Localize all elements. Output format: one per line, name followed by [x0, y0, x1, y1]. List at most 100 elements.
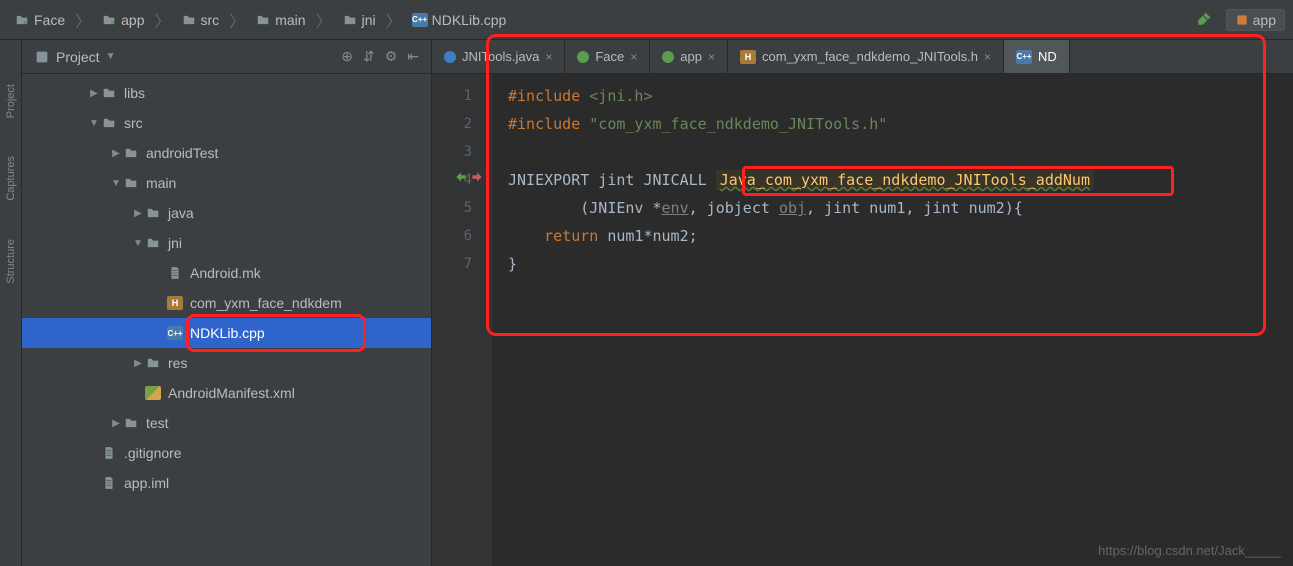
- line-number[interactable]: 1: [432, 82, 492, 110]
- rail-captures[interactable]: Captures: [3, 152, 19, 205]
- java-file-icon: [444, 51, 456, 63]
- tree-item[interactable]: ▶java: [22, 198, 431, 228]
- code-line[interactable]: (JNIEnv *env, jobject obj, jint num1, ji…: [492, 194, 1293, 222]
- editor-tab[interactable]: Face×: [565, 40, 650, 73]
- line-number[interactable]: 6: [432, 222, 492, 250]
- folder-icon: [144, 355, 162, 371]
- editor-tab[interactable]: app ×: [650, 40, 728, 73]
- breadcrumb-label: NDKLib.cpp: [432, 12, 507, 28]
- tree-item[interactable]: ▼ jni: [22, 228, 431, 258]
- line-number[interactable]: 2: [432, 110, 492, 138]
- module-icon: [662, 51, 674, 63]
- tab-label: app: [680, 49, 702, 64]
- breadcrumb-item[interactable]: Face: [8, 8, 71, 32]
- breadcrumb-item[interactable]: main: [249, 8, 311, 32]
- folder-icon: [122, 145, 140, 161]
- breadcrumb-separator-icon: 〉: [227, 8, 247, 32]
- code-line[interactable]: [492, 138, 1293, 166]
- tree-item-label: libs: [124, 85, 145, 101]
- breadcrumb-label: Face: [34, 12, 65, 28]
- folder-icon: [101, 13, 117, 27]
- tree-item-label: main: [146, 175, 176, 191]
- folder-icon: [144, 205, 162, 221]
- editor-tab[interactable]: JNITools.java×: [432, 40, 565, 73]
- watermark-text: https://blog.csdn.net/Jack_____: [1098, 543, 1281, 558]
- tree-expand-icon[interactable]: ▶: [110, 418, 122, 429]
- code-token: "com_yxm_face_ndkdemo_JNITools.h": [589, 115, 887, 133]
- rail-structure[interactable]: Structure: [3, 235, 19, 288]
- line-number[interactable]: 7: [432, 250, 492, 278]
- settings-adjust-icon[interactable]: ⇵: [363, 48, 375, 65]
- header-file-icon: H: [166, 295, 184, 311]
- tree-item-label: .gitignore: [124, 445, 182, 461]
- tree-item[interactable]: ▶ test: [22, 408, 431, 438]
- tree-item[interactable]: ▶androidTest: [22, 138, 431, 168]
- folder-icon: [14, 13, 30, 27]
- xml-file-icon: [144, 385, 162, 401]
- tree-expand-icon[interactable]: ▼: [110, 178, 122, 189]
- tree-item[interactable]: Android.mk: [22, 258, 431, 288]
- build-icon[interactable]: [1196, 9, 1214, 30]
- tree-item[interactable]: ▼src: [22, 108, 431, 138]
- breadcrumb-item[interactable]: C++NDKLib.cpp: [406, 8, 513, 32]
- code-token: obj: [779, 199, 806, 217]
- top-right-controls: app: [1196, 9, 1285, 31]
- vcs-change-marker[interactable]: [454, 170, 484, 184]
- code-line[interactable]: JNIEXPORT jint JNICALL Java_com_yxm_face…: [492, 166, 1293, 194]
- tree-item[interactable]: .gitignore: [22, 438, 431, 468]
- tree-expand-icon[interactable]: ▶: [132, 208, 144, 219]
- code-line[interactable]: #include <jni.h>: [492, 82, 1293, 110]
- run-config-selector[interactable]: app: [1226, 9, 1285, 31]
- tree-expand-icon[interactable]: ▶: [132, 358, 144, 369]
- tab-close-icon[interactable]: ×: [708, 50, 715, 64]
- tree-item[interactable]: app.iml: [22, 468, 431, 498]
- hide-icon[interactable]: ⇤: [407, 48, 419, 65]
- breadcrumb-label: app: [121, 12, 144, 28]
- code-token: [508, 227, 544, 245]
- tree-item[interactable]: ▶ libs: [22, 78, 431, 108]
- gear-icon[interactable]: ⚙: [385, 48, 398, 65]
- code-token: <jni.h>: [589, 87, 652, 105]
- editor-tab[interactable]: Hcom_yxm_face_ndkdemo_JNITools.h×: [728, 40, 1004, 73]
- top-bar: Face〉app〉src〉main〉jni〉C++NDKLib.cpp app: [0, 0, 1293, 40]
- line-number[interactable]: 3: [432, 138, 492, 166]
- tab-close-icon[interactable]: ×: [630, 50, 637, 64]
- line-number[interactable]: 5: [432, 194, 492, 222]
- cpp-file-icon: C++: [166, 325, 184, 341]
- tree-item[interactable]: Hcom_yxm_face_ndkdem: [22, 288, 431, 318]
- tab-close-icon[interactable]: ×: [984, 50, 991, 64]
- file-icon: [166, 265, 184, 281]
- tree-item[interactable]: C++NDKLib.cpp: [22, 318, 431, 348]
- tree-item-label: jni: [168, 235, 182, 251]
- tree-item-label: app.iml: [124, 475, 169, 491]
- tree-expand-icon[interactable]: ▶: [88, 88, 100, 99]
- project-panel-title[interactable]: Project ▼: [34, 49, 341, 65]
- code-area[interactable]: #include <jni.h>#include "com_yxm_face_n…: [492, 74, 1293, 566]
- breadcrumb-item[interactable]: jni: [336, 8, 382, 32]
- breadcrumb-item[interactable]: app: [95, 8, 150, 32]
- code-line[interactable]: return num1*num2;: [492, 222, 1293, 250]
- rail-project[interactable]: Project: [3, 80, 19, 122]
- folder-icon: [122, 175, 140, 191]
- tree-expand-icon[interactable]: ▶: [110, 148, 122, 159]
- code-token: , jobject: [689, 199, 779, 217]
- tab-close-icon[interactable]: ×: [545, 50, 552, 64]
- tree-item[interactable]: AndroidManifest.xml: [22, 378, 431, 408]
- folder-icon: [255, 13, 271, 27]
- breadcrumb-separator-icon: 〉: [73, 8, 93, 32]
- collapse-icon[interactable]: ⊕: [341, 48, 353, 65]
- code-line[interactable]: #include "com_yxm_face_ndkdemo_JNITools.…: [492, 110, 1293, 138]
- code-token: , jint num1, jint num2): [806, 199, 1014, 217]
- tree-item-label: test: [146, 415, 169, 431]
- folder-icon: [342, 13, 358, 27]
- tree-item[interactable]: ▼ main: [22, 168, 431, 198]
- breadcrumb-label: src: [201, 12, 220, 28]
- code-line[interactable]: }: [492, 250, 1293, 278]
- editor-tabs: JNITools.java×Face×app×Hcom_yxm_face_ndk…: [432, 40, 1293, 74]
- tree-expand-icon[interactable]: ▼: [88, 118, 100, 129]
- editor-tab[interactable]: C++ND: [1004, 40, 1070, 73]
- tree-expand-icon[interactable]: ▼: [132, 238, 144, 249]
- project-tree[interactable]: ▶ libs ▼src▶androidTest ▼ main ▶java ▼ jni Andro…: [22, 74, 431, 566]
- tree-item[interactable]: ▶res: [22, 348, 431, 378]
- breadcrumb-item[interactable]: src: [175, 8, 226, 32]
